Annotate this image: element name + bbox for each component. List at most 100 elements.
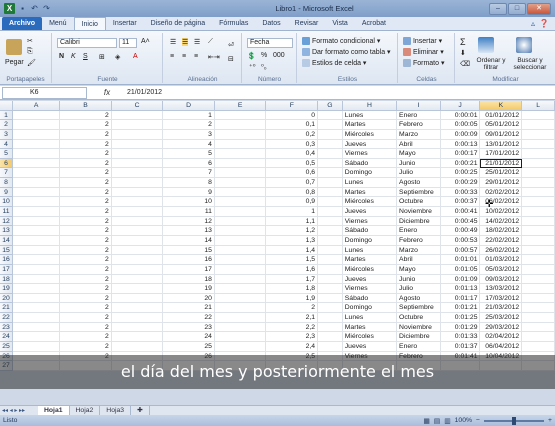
cell-c5[interactable] (111, 149, 164, 159)
cell-j3[interactable]: 0:00:09 (440, 129, 481, 140)
decrease-decimal-icon[interactable]: ⁰₀ (261, 63, 267, 71)
cell-b22[interactable]: 2 (60, 313, 112, 323)
cell-a18[interactable] (13, 274, 61, 285)
column-header-i[interactable]: I (397, 101, 441, 111)
cell-a22[interactable] (13, 313, 61, 323)
cell-a1[interactable] (13, 110, 61, 121)
copy-icon[interactable]: ⎘ (27, 48, 33, 56)
help-icon[interactable]: ❓ (539, 19, 549, 28)
row-header[interactable]: 13 (0, 226, 14, 236)
cell-c8[interactable] (111, 178, 164, 188)
cell-k6[interactable]: 21/01/2012 (480, 158, 523, 169)
increase-decimal-icon[interactable]: ⁺⁰ (249, 63, 256, 71)
cell-c24[interactable] (111, 332, 164, 343)
cell-e21[interactable] (214, 303, 267, 314)
formula-input[interactable]: 21/01/2012 (127, 89, 162, 96)
cell-i2[interactable]: Febrero (397, 120, 441, 130)
align-right-icon[interactable]: ≡ (194, 53, 198, 60)
cell-e18[interactable] (214, 274, 267, 285)
cell-c17[interactable] (111, 264, 164, 275)
cell-j24[interactable]: 0:01:33 (440, 332, 481, 343)
cell-l16[interactable] (522, 255, 555, 265)
insert-cells-button[interactable]: Insertar ▾ (403, 37, 442, 46)
cell-a21[interactable] (13, 303, 61, 314)
cell-e23[interactable] (214, 322, 267, 333)
cell-j21[interactable]: 0:01:21 (440, 303, 481, 314)
cell-f17[interactable]: 1,6 (266, 264, 319, 275)
clear-icon[interactable]: ⌫ (460, 60, 470, 68)
page-layout-icon[interactable]: ▤ (434, 417, 440, 425)
cell-a6[interactable] (13, 158, 61, 169)
cell-d12[interactable]: 12 (163, 216, 215, 227)
row-header[interactable]: 2 (0, 120, 14, 130)
column-header-e[interactable]: E (214, 101, 267, 111)
align-left-icon[interactable]: ≡ (170, 53, 174, 60)
cell-l20[interactable] (522, 293, 555, 304)
cell-k5[interactable]: 17/01/2012 (480, 149, 523, 159)
cell-d16[interactable]: 16 (163, 255, 215, 265)
find-select-button[interactable]: Buscar y seleccionar (508, 57, 552, 71)
cell-a4[interactable] (13, 139, 61, 150)
cell-a19[interactable] (13, 284, 61, 294)
cell-i5[interactable]: Mayo (397, 149, 441, 159)
cell-f24[interactable]: 2,3 (266, 332, 319, 343)
wrap-text-icon[interactable]: ⏎ (228, 41, 234, 49)
row-header[interactable]: 4 (0, 139, 14, 150)
cell-a25[interactable] (13, 342, 61, 352)
cell-j16[interactable]: 0:01:01 (440, 255, 481, 265)
zoom-out-button[interactable]: − (476, 417, 480, 424)
row-header[interactable]: 17 (0, 264, 14, 275)
cell-b8[interactable]: 2 (60, 178, 112, 188)
cell-b20[interactable]: 2 (60, 293, 112, 304)
cell-i13[interactable]: Enero (397, 226, 441, 236)
cell-e1[interactable] (214, 110, 267, 121)
cell-b10[interactable]: 2 (60, 197, 112, 208)
cut-icon[interactable]: ✂ (27, 37, 33, 45)
cell-d17[interactable]: 17 (163, 264, 215, 275)
cell-k14[interactable]: 22/02/2012 (480, 235, 523, 246)
sheet-tab-hoja1[interactable]: Hoja1 (38, 405, 70, 416)
cell-h13[interactable]: Sábado (342, 226, 398, 236)
row-header[interactable]: 10 (0, 197, 14, 208)
cell-b18[interactable]: 2 (60, 274, 112, 285)
cell-k19[interactable]: 13/03/2012 (480, 284, 523, 294)
column-header-h[interactable]: H (342, 101, 398, 111)
column-header-b[interactable]: B (60, 101, 112, 111)
cell-d20[interactable]: 20 (163, 293, 215, 304)
row-header[interactable]: 23 (0, 322, 14, 333)
cell-a7[interactable] (13, 168, 61, 179)
paste-button[interactable]: Pegar (5, 59, 24, 66)
cell-f13[interactable]: 1,2 (266, 226, 319, 236)
cell-a8[interactable] (13, 178, 61, 188)
cell-j11[interactable]: 0:00:41 (440, 207, 481, 217)
cell-h10[interactable]: Miércoles (342, 197, 398, 208)
cell-f19[interactable]: 1,8 (266, 284, 319, 294)
cell-e22[interactable] (214, 313, 267, 323)
indent-icon[interactable]: ⇤⇥ (208, 53, 220, 61)
cell-d2[interactable]: 2 (163, 120, 215, 130)
row-header[interactable]: 8 (0, 178, 14, 188)
cell-l13[interactable] (522, 226, 555, 236)
cell-e8[interactable] (214, 178, 267, 188)
column-header-c[interactable]: C (111, 101, 164, 111)
font-size-combo[interactable]: 11 (119, 38, 137, 48)
cell-l23[interactable] (522, 322, 555, 333)
cell-i23[interactable]: Noviembre (397, 322, 441, 333)
cell-i8[interactable]: Agosto (397, 178, 441, 188)
cell-a14[interactable] (13, 235, 61, 246)
cell-e3[interactable] (214, 129, 267, 140)
cell-b21[interactable]: 2 (60, 303, 112, 314)
cell-b7[interactable]: 2 (60, 168, 112, 179)
cell-f22[interactable]: 2,1 (266, 313, 319, 323)
cell-k2[interactable]: 05/01/2012 (480, 120, 523, 130)
cell-j9[interactable]: 0:00:33 (440, 187, 481, 198)
cell-d11[interactable]: 11 (163, 207, 215, 217)
select-all-corner[interactable] (0, 101, 14, 111)
row-header[interactable]: 11 (0, 207, 14, 217)
cell-c1[interactable] (111, 110, 164, 121)
cell-g5[interactable] (318, 149, 343, 159)
cell-h16[interactable]: Martes (342, 255, 398, 265)
tab-inicio[interactable]: Inicio (73, 17, 106, 30)
merge-icon[interactable]: ⊟ (228, 55, 234, 63)
page-break-icon[interactable]: ▥ (444, 417, 450, 425)
